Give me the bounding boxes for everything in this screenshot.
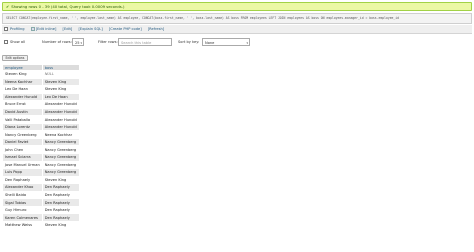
- refresh-label: Refresh: [149, 27, 163, 31]
- boss-cell[interactable]: Lex De Haan: [41, 92, 80, 102]
- table-row[interactable]: Karen Colmenares Den Raphaely: [2, 213, 80, 222]
- table-row[interactable]: Den Raphaely Steven King: [2, 175, 80, 185]
- employee-cell[interactable]: Shelli Baida: [2, 190, 43, 200]
- status-text: Showing rows 0 - 39 (40 total, Query too…: [11, 4, 125, 9]
- results-table: employee boss Steven King NULL Neena Kochh…: [2, 64, 80, 230]
- employee-cell[interactable]: Lex De Haan: [2, 85, 43, 94]
- employee-cell[interactable]: Den Raphaely: [2, 175, 43, 185]
- edit-options-button[interactable]: Edit options: [2, 55, 28, 61]
- employee-cell[interactable]: Luis Popp: [2, 168, 43, 177]
- employee-cell[interactable]: Karen Colmenares: [2, 213, 43, 222]
- success-message: ✔ Showing rows 0 - 39 (40 total, Query to…: [2, 2, 472, 11]
- edit-label: Edit: [63, 27, 71, 31]
- boss-cell[interactable]: Den Raphaely: [41, 205, 80, 215]
- refresh-link[interactable]: [Refresh]: [148, 25, 164, 33]
- explain-sql-link[interactable]: [Explain SQL]: [78, 25, 102, 33]
- boss-cell[interactable]: Den Raphaely: [41, 213, 80, 222]
- create-php-code-link[interactable]: [Create PHP code]: [109, 25, 142, 33]
- table-row[interactable]: Jose Manuel Urman Nancy Greenberg: [2, 160, 80, 170]
- employee-cell[interactable]: Neena Kochhar: [2, 77, 43, 87]
- profiling-checkbox[interactable]: [4, 27, 8, 31]
- table-row[interactable]: Matthew Weiss Steven King: [2, 220, 80, 230]
- boss-cell[interactable]: Alexander Hunold: [41, 122, 80, 132]
- employee-cell[interactable]: Jose Manuel Urman: [2, 160, 43, 170]
- boss-cell[interactable]: Den Raphaely: [41, 190, 80, 200]
- boss-cell[interactable]: Alexander Hunold: [41, 107, 80, 117]
- boss-cell[interactable]: Nancy Greenberg: [41, 160, 80, 170]
- employee-cell[interactable]: Guy Himuro: [2, 205, 43, 215]
- filter-rows-label: Filter rows:: [98, 40, 118, 44]
- employee-cell[interactable]: John Chen: [2, 145, 43, 154]
- table-row[interactable]: Luis Popp Nancy Greenberg: [2, 168, 80, 177]
- show-all-label[interactable]: Show all: [10, 38, 25, 46]
- employee-cell[interactable]: Nancy Greenberg: [2, 130, 43, 139]
- table-row[interactable]: Bruce Ernst Alexander Hunold: [2, 100, 80, 109]
- number-of-rows-label: Number of rows:: [42, 40, 72, 44]
- boss-cell[interactable]: Den Raphaely: [41, 183, 80, 192]
- boss-cell[interactable]: Nancy Greenberg: [41, 168, 80, 177]
- boss-cell[interactable]: Steven King: [41, 175, 80, 185]
- boss-cell[interactable]: Steven King: [41, 220, 80, 230]
- table-row[interactable]: Alexander Khoo Den Raphaely: [2, 183, 80, 192]
- check-icon: ✔: [6, 4, 10, 9]
- employee-cell[interactable]: Ismael Sciarra: [2, 153, 43, 162]
- sql-query-text: SELECT CONCAT(employee.first_name, ' ', …: [6, 16, 400, 20]
- boss-cell[interactable]: NULL: [41, 70, 80, 79]
- employee-cell[interactable]: Matthew Weiss: [2, 220, 43, 230]
- employee-cell[interactable]: Alexander Hunold: [2, 92, 43, 102]
- table-row[interactable]: Guy Himuro Den Raphaely: [2, 205, 80, 215]
- employee-cell[interactable]: Bruce Ernst: [2, 100, 43, 109]
- table-row[interactable]: Daniel Faviet Nancy Greenberg: [2, 137, 80, 147]
- edit-inline-link[interactable]: [Edit inline]: [30, 25, 56, 33]
- create-php-code-label: Create PHP code: [110, 27, 141, 31]
- boss-cell[interactable]: Den Raphaely: [41, 198, 80, 207]
- sort-by-key-select[interactable]: None: [202, 38, 250, 47]
- boss-cell[interactable]: Alexander Hunold: [41, 100, 80, 109]
- table-row[interactable]: Diana Lorentz Alexander Hunold: [2, 122, 80, 132]
- employee-cell[interactable]: Daniel Faviet: [2, 137, 43, 147]
- navigation-bar: Show all Number of rows: 25 Filter rows:…: [2, 37, 472, 47]
- table-row[interactable]: Nancy Greenberg Neena Kochhar: [2, 130, 80, 139]
- employee-cell[interactable]: Valli Pataballa: [2, 115, 43, 124]
- table-row[interactable]: Alexander Hunold Lex De Haan: [2, 92, 80, 102]
- number-of-rows-select[interactable]: 25: [72, 38, 84, 47]
- edit-inline-icon: [30, 27, 35, 31]
- table-row[interactable]: John Chen Nancy Greenberg: [2, 145, 80, 154]
- employee-cell[interactable]: Alexander Khoo: [2, 183, 43, 192]
- boss-cell[interactable]: Neena Kochhar: [41, 130, 80, 139]
- employee-cell[interactable]: Steven King: [2, 70, 43, 79]
- boss-cell[interactable]: Nancy Greenberg: [41, 145, 80, 154]
- boss-cell[interactable]: Steven King: [41, 85, 80, 94]
- table-row[interactable]: Sigal Tobias Den Raphaely: [2, 198, 80, 207]
- boss-cell[interactable]: Alexander Hunold: [41, 115, 80, 124]
- sql-query-box[interactable]: SELECT CONCAT(employee.first_name, ' ', …: [2, 13, 472, 24]
- table-row[interactable]: Steven King NULL: [2, 70, 80, 79]
- table-row[interactable]: Lex De Haan Steven King: [2, 85, 80, 94]
- explain-sql-label: Explain SQL: [79, 27, 102, 31]
- table-row[interactable]: Shelli Baida Den Raphaely: [2, 190, 80, 200]
- profiling-label[interactable]: Profiling: [10, 25, 25, 33]
- employee-cell[interactable]: Sigal Tobias: [2, 198, 43, 207]
- table-row[interactable]: David Austin Alexander Hunold: [2, 107, 80, 117]
- employee-cell[interactable]: David Austin: [2, 107, 43, 117]
- table-row[interactable]: Neena Kochhar Steven King: [2, 77, 80, 87]
- table-row[interactable]: Valli Pataballa Alexander Hunold: [2, 115, 80, 124]
- boss-cell[interactable]: Nancy Greenberg: [41, 137, 80, 147]
- show-all-checkbox[interactable]: [4, 40, 8, 44]
- boss-cell[interactable]: Steven King: [41, 77, 80, 87]
- edit-inline-label: Edit inline: [37, 27, 55, 31]
- employee-cell[interactable]: Diana Lorentz: [2, 122, 43, 132]
- edit-link[interactable]: [Edit]: [63, 25, 73, 33]
- sort-by-key-label: Sort by key:: [178, 40, 200, 44]
- boss-cell[interactable]: Nancy Greenberg: [41, 153, 80, 162]
- sql-options-bar: Profiling [Edit inline] [Edit] [Explain …: [2, 25, 472, 34]
- filter-rows-input[interactable]: Search this table: [118, 38, 172, 46]
- table-row[interactable]: Ismael Sciarra Nancy Greenberg: [2, 153, 80, 162]
